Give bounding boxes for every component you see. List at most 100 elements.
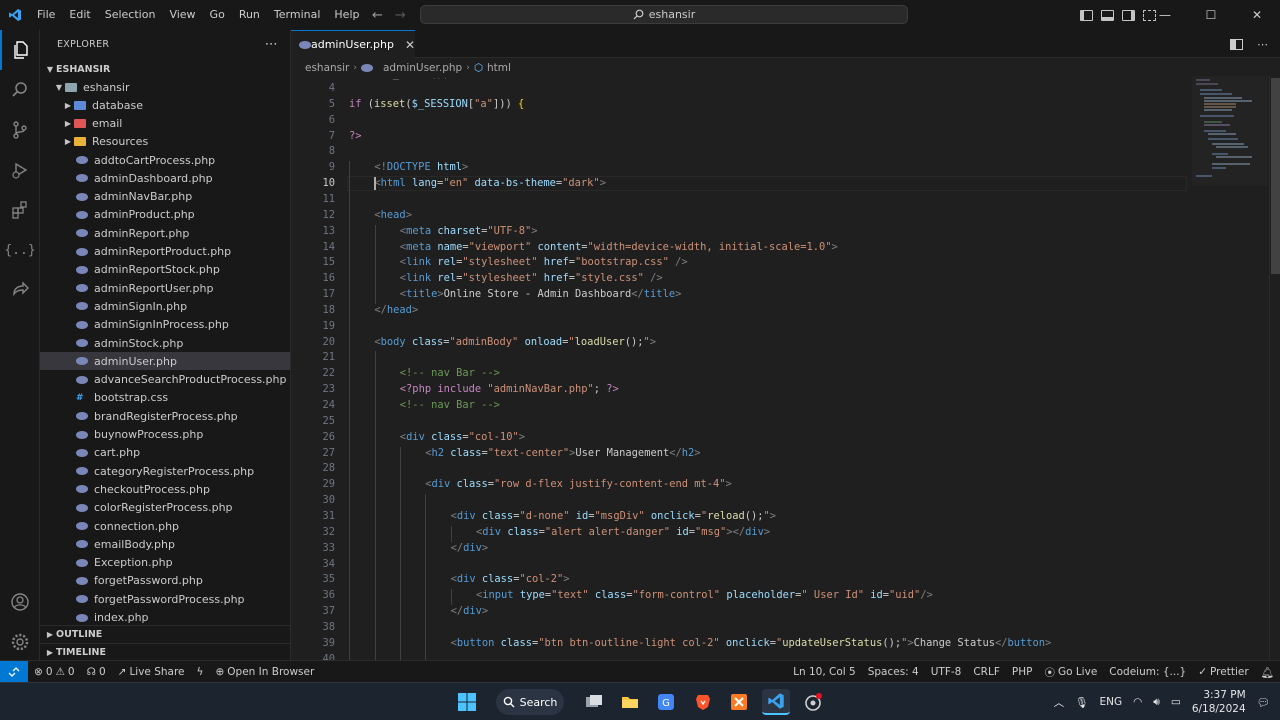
battery-icon[interactable]: ▭ (1171, 696, 1181, 708)
file-item[interactable]: adminProduct.php (40, 206, 290, 224)
more-editor-actions-icon[interactable]: ⋯ (1257, 38, 1268, 51)
file-item[interactable]: adminSignInProcess.php (40, 316, 290, 334)
language-mode[interactable]: PHP (1006, 666, 1039, 678)
wifi-icon[interactable]: ◠ (1133, 696, 1142, 708)
source-control-icon[interactable] (0, 110, 40, 150)
translate-app-icon[interactable]: G (656, 689, 676, 715)
file-item[interactable]: adminDashboard.php (40, 169, 290, 187)
file-item[interactable]: # bootstrap.css (40, 389, 290, 407)
file-item[interactable]: index.php (40, 608, 290, 626)
file-item[interactable]: adminNavBar.php (40, 188, 290, 206)
lightning-icon[interactable]: ϟ (191, 666, 210, 678)
run-debug-icon[interactable] (0, 150, 40, 190)
open-in-browser-status[interactable]: ⊕ Open In Browser (209, 666, 320, 678)
outline-section[interactable]: ▶ OUTLINE (40, 625, 290, 643)
file-item[interactable]: advanceSearchProductProcess.php (40, 371, 290, 389)
live-share-icon[interactable] (0, 270, 40, 310)
minimap[interactable] (1192, 76, 1268, 660)
file-item[interactable]: addtoCartProcess.php (40, 151, 290, 169)
indentation[interactable]: Spaces: 4 (862, 666, 925, 678)
xampp-icon[interactable] (729, 689, 749, 715)
back-arrow-icon[interactable]: ← (372, 8, 383, 23)
menu-file[interactable]: File (30, 0, 62, 30)
breadcrumb-file[interactable]: adminUser.php (383, 62, 462, 74)
go-live-status[interactable]: ⦿ Go Live (1038, 665, 1103, 680)
file-item[interactable]: Exception.php (40, 554, 290, 572)
ports-indicator[interactable]: ☊ 0 (81, 666, 112, 678)
code-editor[interactable]: session_start(); 4 5 if (isset($_SESSION["a… (291, 78, 1191, 660)
toggle-primary-sidebar-icon[interactable] (1080, 9, 1093, 21)
task-view-icon[interactable] (584, 689, 604, 715)
scrollbar-thumb[interactable] (1271, 78, 1280, 274)
menu-terminal[interactable]: Terminal (267, 0, 328, 30)
file-item[interactable]: adminReportUser.php (40, 279, 290, 297)
file-explorer-icon[interactable] (620, 689, 640, 715)
command-center-search[interactable]: eshansir (420, 5, 908, 24)
language-indicator[interactable]: ENG (1099, 696, 1122, 708)
notification-center-icon[interactable]: 💬︎ (1257, 696, 1270, 709)
folder-item[interactable]: ▶ database (40, 96, 290, 114)
brave-browser-icon[interactable] (693, 689, 713, 715)
file-item[interactable]: forgetPasswordProcess.php (40, 590, 290, 608)
recorder-app-icon[interactable] (803, 689, 823, 715)
timeline-section[interactable]: ▶ TIMELINE (40, 643, 290, 661)
file-item[interactable]: categoryRegisterProcess.php (40, 462, 290, 480)
breadcrumb-symbol[interactable]: html (487, 62, 511, 74)
toggle-secondary-sidebar-icon[interactable] (1122, 9, 1135, 21)
breadcrumb-folder[interactable]: eshansir (305, 62, 349, 74)
settings-gear-icon[interactable] (0, 622, 40, 662)
project-folder[interactable]: ▼ eshansir (40, 78, 290, 96)
file-item[interactable]: adminReport.php (40, 224, 290, 242)
file-item[interactable]: brandRegisterProcess.php (40, 407, 290, 425)
file-item[interactable]: buynowProcess.php (40, 425, 290, 443)
maximize-icon[interactable]: ☐ (1188, 0, 1234, 30)
microphone-icon[interactable]: 🎙︎ (1075, 696, 1088, 709)
file-item[interactable]: forgetPassword.php (40, 572, 290, 590)
workspace-root[interactable]: ▼ ESHANSIR (40, 60, 290, 78)
file-item[interactable]: adminSignIn.php (40, 297, 290, 315)
file-item[interactable]: colorRegisterProcess.php (40, 499, 290, 517)
menu-help[interactable]: Help (327, 0, 366, 30)
json-braces-icon[interactable]: {..} (0, 230, 40, 270)
taskbar-search[interactable]: Search (496, 689, 564, 715)
notifications-bell-icon[interactable]: 🔔︎ (1255, 666, 1280, 679)
more-actions-icon[interactable]: ⋯ (265, 37, 278, 52)
folder-item[interactable]: ▶ email (40, 114, 290, 132)
menu-go[interactable]: Go (203, 0, 232, 30)
forward-arrow-icon[interactable]: → (395, 8, 406, 23)
cursor-position[interactable]: Ln 10, Col 5 (787, 666, 862, 678)
file-item[interactable]: emailBody.php (40, 535, 290, 553)
file-item[interactable]: cart.php (40, 444, 290, 462)
prettier-status[interactable]: ✓ Prettier (1192, 666, 1254, 678)
file-item[interactable]: adminReportProduct.php (40, 242, 290, 260)
problems-indicator[interactable]: ⊗ 0 ⚠ 0 (28, 666, 81, 678)
editor-scrollbar[interactable] (1269, 76, 1280, 660)
menu-edit[interactable]: Edit (62, 0, 97, 30)
volume-icon[interactable]: 🔊︎ (1153, 696, 1160, 709)
split-editor-icon[interactable] (1230, 38, 1243, 50)
end-of-line[interactable]: CRLF (967, 666, 1006, 678)
chevron-up-icon[interactable]: ︿ (1054, 695, 1065, 710)
file-item[interactable]: checkoutProcess.php (40, 480, 290, 498)
live-share-status[interactable]: ↗ Live Share (112, 666, 191, 678)
minimize-icon[interactable]: — (1142, 0, 1188, 30)
explorer-icon[interactable] (0, 30, 40, 70)
file-item[interactable]: adminStock.php (40, 334, 290, 352)
toggle-panel-icon[interactable] (1101, 9, 1114, 21)
menu-view[interactable]: View (162, 0, 202, 30)
menu-selection[interactable]: Selection (98, 0, 163, 30)
folder-item[interactable]: ▶ Resources (40, 133, 290, 151)
search-view-icon[interactable] (0, 70, 40, 110)
codeium-status[interactable]: Codeium: {...} (1103, 666, 1192, 678)
remote-indicator-icon[interactable] (0, 660, 28, 683)
menu-run[interactable]: Run (232, 0, 267, 30)
clock[interactable]: 3:37 PM 6/18/2024 (1192, 688, 1246, 716)
file-item[interactable]: adminUser.php (40, 352, 290, 371)
extensions-icon[interactable] (0, 190, 40, 230)
close-window-icon[interactable]: ✕ (1234, 0, 1280, 30)
account-icon[interactable] (0, 582, 40, 622)
vscode-taskbar-icon[interactable] (762, 689, 790, 715)
close-tab-icon[interactable]: ✕ (405, 38, 415, 52)
windows-start-icon[interactable] (456, 689, 478, 715)
file-item[interactable]: adminReportStock.php (40, 261, 290, 279)
